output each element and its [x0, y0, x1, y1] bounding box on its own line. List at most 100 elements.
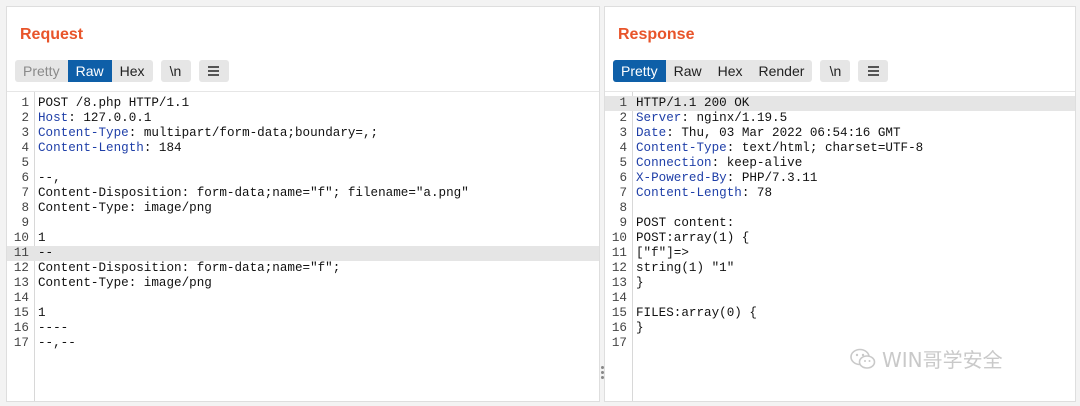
header-name: Date [636, 126, 667, 140]
code-line[interactable]: 15 FILES:array(0) { [605, 306, 1075, 321]
header-name: Server [636, 111, 682, 125]
code-line[interactable]: 6 X-Powered-By: PHP/7.3.11 [605, 171, 1075, 186]
line-number: 7 [21, 186, 29, 200]
code-line[interactable]: 9 [7, 216, 599, 231]
line-text: } [636, 321, 644, 336]
code-line[interactable]: 9 POST content: [605, 216, 1075, 231]
tab-hex[interactable]: Hex [112, 60, 153, 82]
tab-raw[interactable]: Raw [67, 60, 112, 82]
tab-hex[interactable]: Hex [710, 60, 751, 82]
code-line[interactable]: 4 Content-Length: 184 [7, 141, 599, 156]
wechat-icon [850, 348, 876, 369]
line-number: 4 [21, 141, 29, 155]
line-number: 13 [611, 276, 627, 290]
line-value: Thu, 03 Mar 2022 06:54:16 GMT [673, 126, 901, 140]
code-line[interactable]: 17 [605, 336, 1075, 351]
colon: : [681, 111, 689, 125]
line-number: 16 [611, 321, 627, 335]
code-line[interactable]: 14 [7, 291, 599, 306]
code-line[interactable]: 16} [605, 321, 1075, 336]
response-pane: Response Pretty Raw Hex Render \n 1 HTTP/… [604, 6, 1076, 402]
code-line[interactable]: 10 1 [7, 231, 599, 246]
line-value: nginx/1.19.5 [688, 111, 788, 125]
line-number: 7 [619, 186, 627, 200]
code-line[interactable]: 6 --, [7, 171, 599, 186]
response-view-tabs: Pretty Raw Hex Render [613, 60, 813, 82]
menu-icon[interactable] [198, 60, 229, 82]
code-line[interactable]: 11 ["f"]=> [605, 246, 1075, 261]
request-view-tabs: Pretty Raw Hex [15, 60, 153, 82]
line-number: 2 [21, 111, 29, 125]
newline-toggle-button[interactable]: \n [820, 60, 851, 82]
line-text: Host: 127.0.0.1 [38, 111, 151, 126]
code-line[interactable]: 7 Content-Disposition: form-data;name="f"… [7, 186, 599, 201]
colon: : [711, 156, 720, 170]
code-line[interactable]: 1 HTTP/1.1 200 OK [605, 96, 1075, 111]
line-value: keep-alive [719, 156, 803, 170]
response-title: Response [618, 26, 695, 43]
line-text: } [636, 276, 644, 291]
line-value: 184 [151, 141, 182, 155]
code-line[interactable]: 4 Content-Type: text/html; charset=UTF-8 [605, 141, 1075, 156]
code-line[interactable]: 14 [605, 291, 1075, 306]
line-number: 12 [611, 261, 627, 275]
line-number: 6 [21, 171, 29, 185]
code-line[interactable]: 16 ---- [7, 321, 599, 336]
code-line[interactable]: 12 string(1) "1" [605, 261, 1075, 276]
line-value: } [636, 321, 644, 335]
line-text: Content-Type: text/html; charset=UTF-8 [636, 141, 923, 156]
code-line[interactable]: 2 Host: 127.0.0.1 [7, 111, 599, 126]
menu-icon[interactable] [858, 60, 889, 82]
line-text: 1 [38, 231, 46, 246]
line-text: -- [38, 246, 53, 261]
code-line[interactable]: 2 Server: nginx/1.19.5 [605, 111, 1075, 126]
line-text: Connection: keep-alive [636, 156, 802, 171]
tab-pretty[interactable]: Pretty [15, 60, 68, 82]
code-line[interactable]: 15 1 [7, 306, 599, 321]
line-value: Content-Disposition: form-data;name="f"; [38, 261, 341, 275]
code-line[interactable]: 1 POST /8.php HTTP/1.1 [7, 96, 599, 111]
code-line[interactable]: 13 Content-Type: image/png [7, 276, 599, 291]
burp-repeater-view: Request Pretty Raw Hex \n 1 POST /8.php H… [0, 0, 1080, 406]
code-line[interactable]: 10 POST:array(1) { [605, 231, 1075, 246]
line-value: ---- [38, 321, 69, 335]
code-line[interactable]: 12 Content-Disposition: form-data;name="f… [7, 261, 599, 276]
header-name: Content-Type [636, 141, 727, 155]
request-toolbar: Pretty Raw Hex \n [15, 60, 229, 82]
line-number: 8 [21, 201, 29, 215]
tab-pretty[interactable]: Pretty [613, 60, 666, 82]
line-number: 15 [611, 306, 627, 320]
line-value: ["f"]=> [636, 246, 689, 260]
line-number: 15 [13, 306, 29, 320]
line-value: PHP/7.3.11 [734, 171, 818, 185]
response-editor[interactable]: 1 HTTP/1.1 200 OK 2 Server: nginx/1.19.5 3 Da… [605, 91, 1075, 401]
code-line[interactable]: 13} [605, 276, 1075, 291]
line-text: Server: nginx/1.19.5 [636, 111, 787, 126]
newline-toggle-button[interactable]: \n [160, 60, 191, 82]
line-text: --,-- [38, 336, 76, 351]
line-text: Content-Type: multipart/form-data;bounda… [38, 126, 378, 141]
code-line[interactable]: 11 -- [7, 246, 599, 261]
code-line[interactable]: 8 Content-Type: image/png [7, 201, 599, 216]
code-line[interactable]: 3 Date: Thu, 03 Mar 2022 06:54:16 GMT [605, 126, 1075, 141]
tab-render[interactable]: Render [751, 60, 813, 82]
header-name: Content-Length [38, 141, 144, 155]
line-number: 14 [611, 291, 627, 305]
line-number: 4 [619, 141, 627, 155]
header-name: Content-Type [38, 126, 129, 140]
request-editor[interactable]: 1 POST /8.php HTTP/1.1 2 Host: 127.0.0.1 3 Co… [7, 91, 599, 401]
code-line[interactable]: 8 [605, 201, 1075, 216]
code-line[interactable]: 3 Content-Type: multipart/form-data;bound… [7, 126, 599, 141]
line-number: 9 [21, 216, 29, 230]
tab-raw[interactable]: Raw [666, 60, 710, 82]
watermark-text: WIN哥学安全 [882, 348, 1003, 372]
line-number: 2 [619, 111, 627, 125]
code-line[interactable]: 7 Content-Length: 78 [605, 186, 1075, 201]
line-number: 12 [13, 261, 29, 275]
code-line[interactable]: 17 --,-- [7, 336, 599, 351]
line-value: --,-- [38, 336, 76, 350]
line-text: Content-Disposition: form-data;name="f";… [38, 186, 469, 201]
code-line[interactable]: 5 [7, 156, 599, 171]
line-number: 14 [13, 291, 29, 305]
code-line[interactable]: 5 Connection: keep-alive [605, 156, 1075, 171]
